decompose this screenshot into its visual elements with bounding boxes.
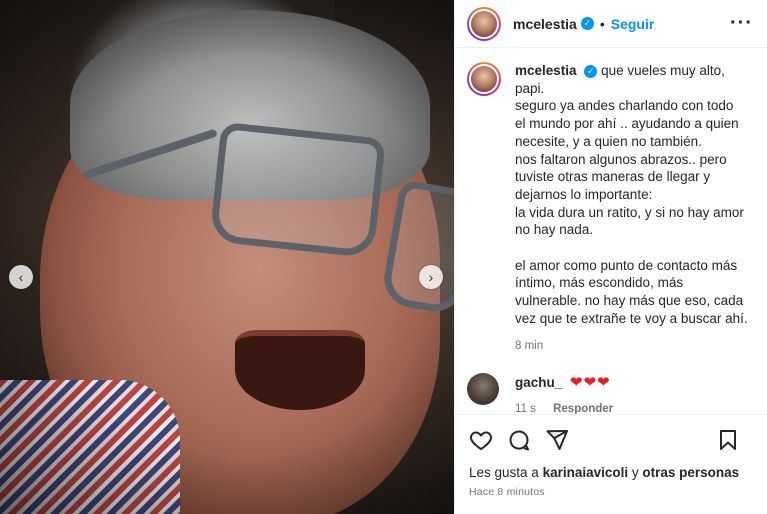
chevron-right-icon: › (428, 269, 434, 285)
carousel-prev-button[interactable]: ‹ (9, 265, 33, 289)
likes-user-link[interactable]: karinaiavicoli (543, 465, 629, 480)
post-side-panel: mcelestia ✓ • Seguir ··· mcelestia ✓ que… (454, 0, 767, 514)
comment-body: gachu_ ❤❤❤ 11 s Responder (515, 373, 613, 415)
post-actions: Les gusta a karinaiavicoli y otras perso… (455, 414, 767, 514)
verified-icon: ✓ (580, 17, 594, 30)
caption: mcelestia ✓ que vueles muy alto, papi. s… (467, 62, 752, 355)
comment-icon[interactable] (507, 428, 531, 452)
caption-avatar-image (469, 64, 499, 94)
comments-section: mcelestia ✓ que vueles muy alto, papi. s… (455, 48, 767, 415)
caption-time: 8 min (515, 339, 544, 352)
follow-button[interactable]: Seguir (611, 16, 655, 32)
chevron-left-icon: ‹ (18, 269, 24, 285)
caption-avatar[interactable] (467, 62, 501, 96)
carousel-next-button[interactable]: › (419, 265, 443, 289)
comment-username[interactable]: gachu_ (515, 375, 562, 390)
likes-prefix: Les gusta a (469, 465, 543, 480)
likes-others-link[interactable]: otras personas (642, 465, 739, 480)
heart-icon[interactable] (469, 428, 493, 452)
caption-body: mcelestia ✓ que vueles muy alto, papi. s… (515, 62, 748, 355)
header-separator: • (599, 15, 605, 32)
action-bar (469, 427, 754, 453)
comment-avatar[interactable] (467, 373, 499, 406)
comment-text: ❤❤❤ (570, 374, 611, 392)
post-image[interactable]: ‹ › (0, 0, 454, 514)
author-username[interactable]: mcelestia (513, 16, 577, 32)
verified-icon: ✓ (584, 64, 598, 78)
comment-item: gachu_ ❤❤❤ 11 s Responder (467, 373, 752, 415)
likes-summary: Les gusta a karinaiavicoli y otras perso… (469, 465, 754, 480)
share-icon[interactable] (545, 428, 569, 452)
post-header: mcelestia ✓ • Seguir ··· (455, 0, 767, 48)
caption-username[interactable]: mcelestia (515, 63, 577, 78)
author-avatar-image (469, 8, 499, 39)
likes-conj: y (628, 465, 643, 480)
photo-vignette (0, 0, 454, 514)
posted-time: Hace 8 minutos (469, 486, 545, 498)
author-avatar[interactable] (467, 6, 501, 41)
more-icon[interactable]: ··· (730, 12, 753, 35)
bookmark-icon[interactable] (716, 428, 740, 452)
caption-text: que vueles muy alto, papi. seguro ya and… (515, 63, 748, 326)
